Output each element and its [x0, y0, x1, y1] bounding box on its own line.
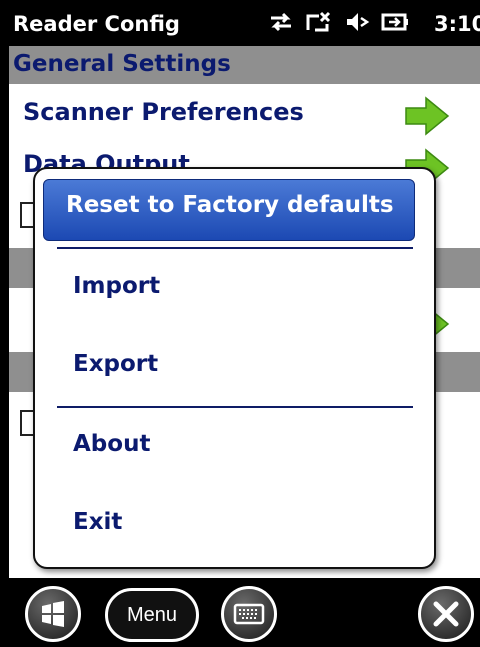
menu-item-exit[interactable]: Exit	[35, 493, 434, 553]
status-icons	[267, 10, 409, 34]
no-signal-icon	[306, 11, 331, 32]
menu-item-export[interactable]: Export	[35, 335, 434, 395]
status-bar: Reader Config 3:10	[9, 0, 480, 46]
row-label: Scanner Preferences	[23, 98, 304, 126]
menu-item-reset-defaults[interactable]: Reset to Factory defaults	[43, 179, 415, 241]
menu-item-label: Import	[73, 273, 161, 299]
menu-item-label: Reset to Factory defaults	[66, 192, 394, 218]
clock: 3:10	[434, 12, 480, 36]
arrow-right-icon[interactable]	[404, 96, 450, 136]
sync-arrows-icon	[271, 12, 291, 32]
app-window: Reader Config 3:10 General Settings Scan…	[9, 0, 480, 647]
menu-item-label: Exit	[73, 509, 123, 535]
menu-item-label: Export	[73, 351, 159, 377]
bottom-bar: Menu	[9, 578, 480, 647]
menu-button[interactable]: Menu	[105, 588, 199, 642]
menu-separator	[57, 247, 413, 249]
context-menu: Reset to Factory defaults Import Export …	[33, 167, 436, 569]
section-header-general: General Settings	[9, 46, 480, 84]
menu-item-label: About	[73, 431, 151, 457]
app-title: Reader Config	[13, 12, 180, 36]
menu-item-import[interactable]: Import	[35, 257, 434, 317]
section-header-label: General Settings	[13, 51, 231, 77]
menu-item-about[interactable]: About	[35, 415, 434, 475]
keyboard-button[interactable]	[221, 586, 277, 642]
keyboard-icon	[233, 603, 265, 625]
menu-separator	[57, 406, 413, 408]
battery-charging-icon	[381, 13, 408, 31]
start-button[interactable]	[25, 586, 81, 642]
close-button[interactable]	[418, 586, 474, 642]
close-icon	[433, 601, 459, 627]
speaker-muted-icon	[347, 13, 370, 31]
scanner-preferences-row[interactable]: Scanner Preferences	[9, 88, 480, 146]
windows-logo-icon	[42, 601, 64, 627]
